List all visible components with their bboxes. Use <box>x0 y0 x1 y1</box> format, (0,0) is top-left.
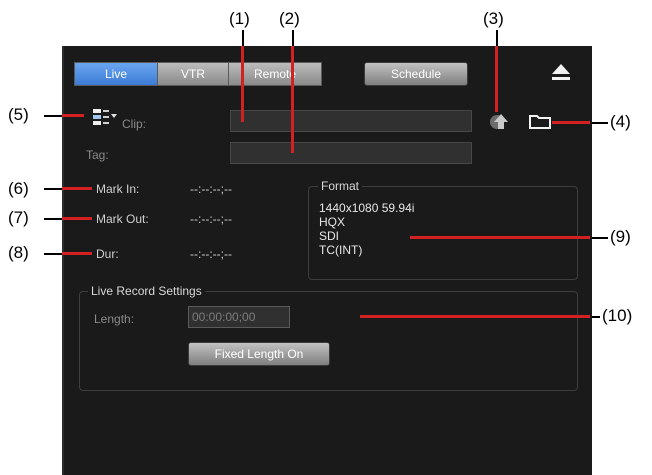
format-line: SDI <box>319 229 340 243</box>
eject-icon[interactable] <box>550 62 572 82</box>
leader-3 <box>495 46 498 112</box>
leader-8 <box>62 252 92 255</box>
clip-name-input[interactable] <box>230 110 472 132</box>
live-record-settings-group <box>79 291 578 391</box>
schedule-button[interactable]: Schedule <box>364 62 468 86</box>
callout-5: (5) <box>8 105 29 124</box>
format-line: 1440x1080 59.94i <box>319 201 415 215</box>
tab-live[interactable]: Live <box>74 62 158 86</box>
live-record-settings-title: Live Record Settings <box>88 284 205 298</box>
leader-10 <box>360 315 590 318</box>
leader-6 <box>62 187 92 190</box>
callout-1: (1) <box>229 9 250 28</box>
leader-6-outside <box>44 188 62 190</box>
duration-value: --:--:--;-- <box>190 247 232 261</box>
leader-7 <box>62 217 92 220</box>
format-line: HQX <box>319 215 346 229</box>
leader-1 <box>241 46 244 122</box>
leader-2-top <box>292 30 294 46</box>
mark-out-value: --:--:--;-- <box>190 212 232 226</box>
leader-2 <box>291 46 294 153</box>
callout-2: (2) <box>279 9 300 28</box>
leader-1-top <box>242 30 244 46</box>
format-line: TC(INT) <box>319 243 363 257</box>
leader-5-outside <box>44 115 62 117</box>
upload-icon[interactable] <box>488 110 510 132</box>
leader-7-outside <box>44 218 62 220</box>
leader-9 <box>410 236 590 239</box>
callout-6: (6) <box>8 179 29 198</box>
format-title: Format <box>318 179 363 193</box>
clip-list-icon[interactable] <box>92 108 118 126</box>
duration-label: Dur: <box>96 247 119 261</box>
leader-9-outside <box>590 237 608 239</box>
clip-label: Clip: <box>122 117 147 131</box>
fixed-length-on-button[interactable]: Fixed Length On <box>188 342 330 366</box>
capture-panel: Live VTR Remote Schedule Clip: Tag: Mark… <box>62 46 592 475</box>
leader-4-outside <box>590 122 608 124</box>
mark-out-label: Mark Out: <box>96 212 149 226</box>
length-input[interactable]: 00:00:00;00 <box>188 306 290 328</box>
callout-4: (4) <box>610 112 631 131</box>
leader-5 <box>62 114 84 117</box>
leader-3-top <box>496 30 498 46</box>
callout-7: (7) <box>8 208 29 227</box>
tab-vtr[interactable]: VTR <box>157 62 229 86</box>
tag-label: Tag: <box>86 148 109 162</box>
leader-8-outside <box>44 253 62 255</box>
callout-9: (9) <box>610 227 631 246</box>
callout-10: (10) <box>602 306 633 325</box>
callout-3: (3) <box>483 9 504 28</box>
format-info: 1440x1080 59.94i HQX SDI TC(INT) <box>319 201 414 257</box>
folder-icon[interactable] <box>528 112 552 130</box>
mark-in-label: Mark In: <box>96 182 140 196</box>
leader-4 <box>552 121 590 124</box>
length-label: Length: <box>94 312 135 326</box>
callout-8: (8) <box>8 243 29 262</box>
mark-in-value: --:--:--;-- <box>190 182 232 196</box>
tag-input[interactable] <box>230 142 472 164</box>
